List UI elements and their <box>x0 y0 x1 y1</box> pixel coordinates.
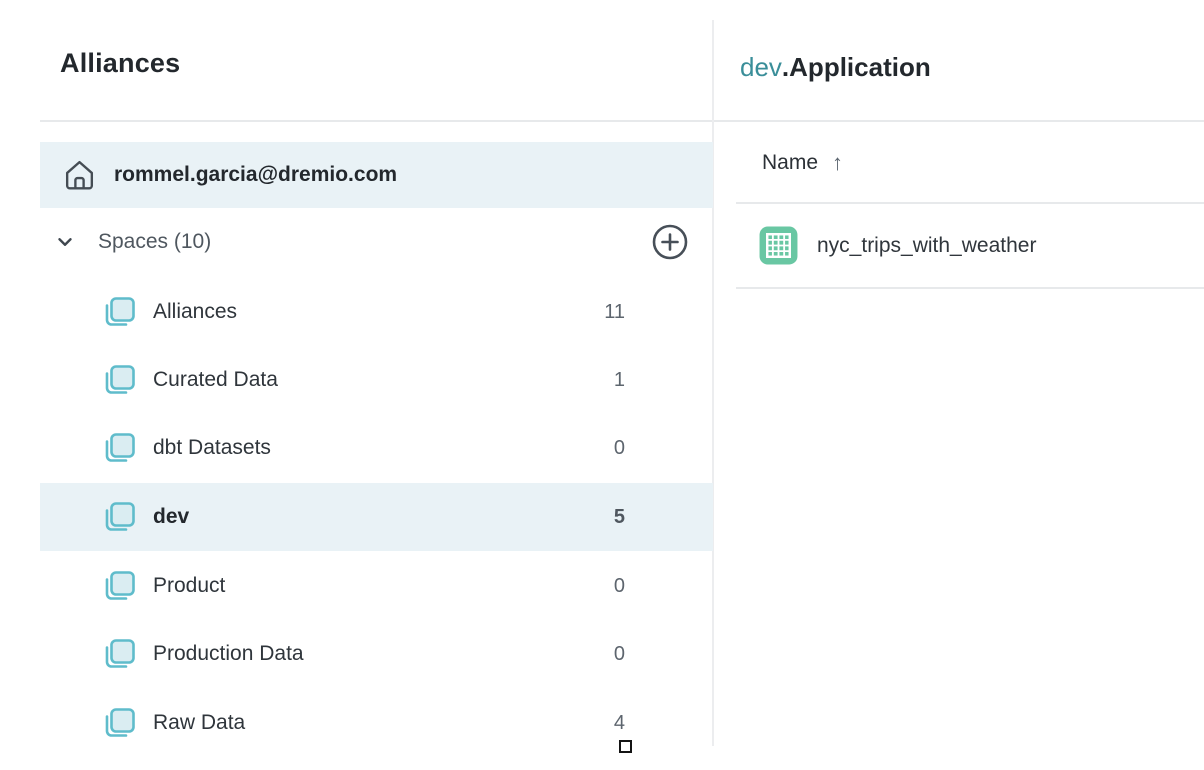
breadcrumb-current-name: Application <box>789 52 931 82</box>
sidebar-item-space-selected[interactable]: dev 5 <box>40 483 713 551</box>
stray-square-artifact <box>619 740 632 753</box>
space-icon <box>100 635 138 673</box>
sidebar-item-space[interactable]: Alliances 11 <box>40 278 713 346</box>
dataset-name-label: nyc_trips_with_weather <box>817 234 1036 258</box>
space-icon <box>100 361 138 399</box>
space-count: 0 <box>614 575 713 598</box>
add-space-button[interactable] <box>650 222 690 262</box>
home-icon <box>61 157 98 194</box>
page-title: Alliances <box>60 48 180 79</box>
space-label: Curated Data <box>153 368 278 392</box>
sidebar-item-space[interactable]: Production Data 0 <box>40 620 713 688</box>
sort-ascending-icon: ↑ <box>832 150 843 176</box>
space-label: Alliances <box>153 300 237 324</box>
breadcrumb: dev.Application <box>740 52 931 83</box>
user-email-label: rommel.garcia@dremio.com <box>114 163 397 187</box>
space-icon <box>100 293 138 331</box>
sidebar-item-space[interactable]: Curated Data 1 <box>40 346 713 414</box>
space-count: 0 <box>614 437 713 460</box>
column-header-label: Name <box>762 151 818 175</box>
space-count: 0 <box>614 643 713 666</box>
table-row-dataset[interactable]: nyc_trips_with_weather <box>736 204 1204 287</box>
sidebar-item-space[interactable]: Product 0 <box>40 552 713 620</box>
sidebar-item-user-home[interactable]: rommel.garcia@dremio.com <box>40 142 713 208</box>
spaces-section-header: Spaces (10) <box>40 224 713 260</box>
space-count: 1 <box>614 369 713 392</box>
plus-circle-icon <box>650 222 690 262</box>
sidebar-item-space[interactable]: Raw Data 4 <box>40 689 713 757</box>
space-count: 11 <box>604 301 713 324</box>
space-label: dbt Datasets <box>153 436 271 460</box>
space-label: Production Data <box>153 642 304 666</box>
space-label: Raw Data <box>153 711 245 735</box>
space-count: 5 <box>614 506 713 529</box>
space-icon <box>100 704 138 742</box>
table-row-divider <box>736 287 1204 289</box>
sidebar-item-space[interactable]: dbt Datasets 0 <box>40 414 713 482</box>
space-label: Product <box>153 574 225 598</box>
header-divider <box>40 120 1204 122</box>
spaces-section-label: Spaces (10) <box>98 230 211 254</box>
space-icon <box>100 498 138 536</box>
breadcrumb-space-link[interactable]: dev <box>740 52 782 82</box>
space-icon <box>100 567 138 605</box>
column-header-name[interactable]: Name ↑ <box>762 148 843 178</box>
space-label: dev <box>153 505 189 529</box>
space-count: 4 <box>614 712 713 735</box>
dremio-catalog-screen: Alliances rommel.garcia@dremio.com Space… <box>0 0 1204 770</box>
chevron-down-icon[interactable] <box>54 231 76 253</box>
dataset-table-icon <box>758 225 799 266</box>
space-icon <box>100 429 138 467</box>
